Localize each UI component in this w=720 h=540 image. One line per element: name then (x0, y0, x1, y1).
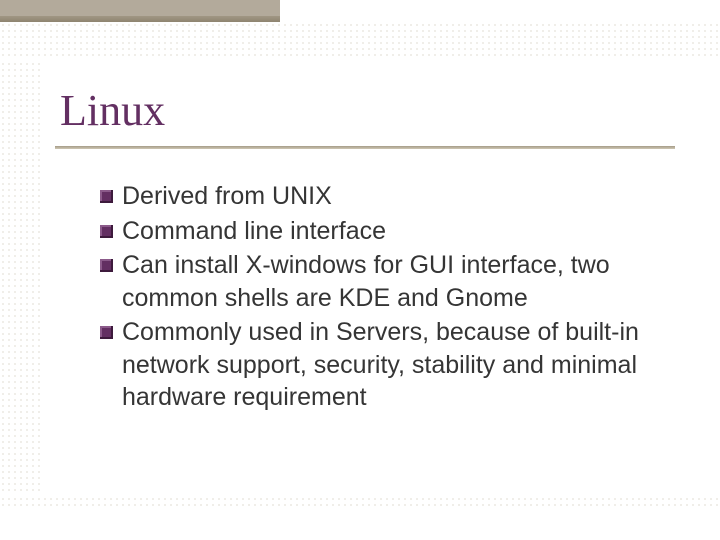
diamond-bullet-icon (100, 326, 113, 339)
decorative-top-bar (0, 0, 280, 22)
bullet-list: Derived from UNIX Command line interface… (100, 180, 660, 416)
diamond-bullet-icon (100, 190, 113, 203)
list-item-text: Commonly used in Servers, because of bui… (122, 318, 639, 411)
dotted-background-band-2 (0, 61, 43, 491)
list-item: Can install X-windows for GUI interface,… (100, 249, 660, 314)
list-item: Commonly used in Servers, because of bui… (100, 316, 660, 414)
list-item-text: Derived from UNIX (122, 182, 332, 210)
diamond-bullet-icon (100, 259, 113, 272)
dotted-background-band-1 (0, 22, 720, 56)
list-item-text: Can install X-windows for GUI interface,… (122, 251, 610, 312)
dotted-background-band-3 (0, 496, 720, 508)
slide-title: Linux (60, 85, 165, 136)
list-item: Command line interface (100, 215, 660, 248)
list-item: Derived from UNIX (100, 180, 660, 213)
diamond-bullet-icon (100, 225, 113, 238)
list-item-text: Command line interface (122, 217, 386, 245)
title-underline (55, 146, 675, 149)
